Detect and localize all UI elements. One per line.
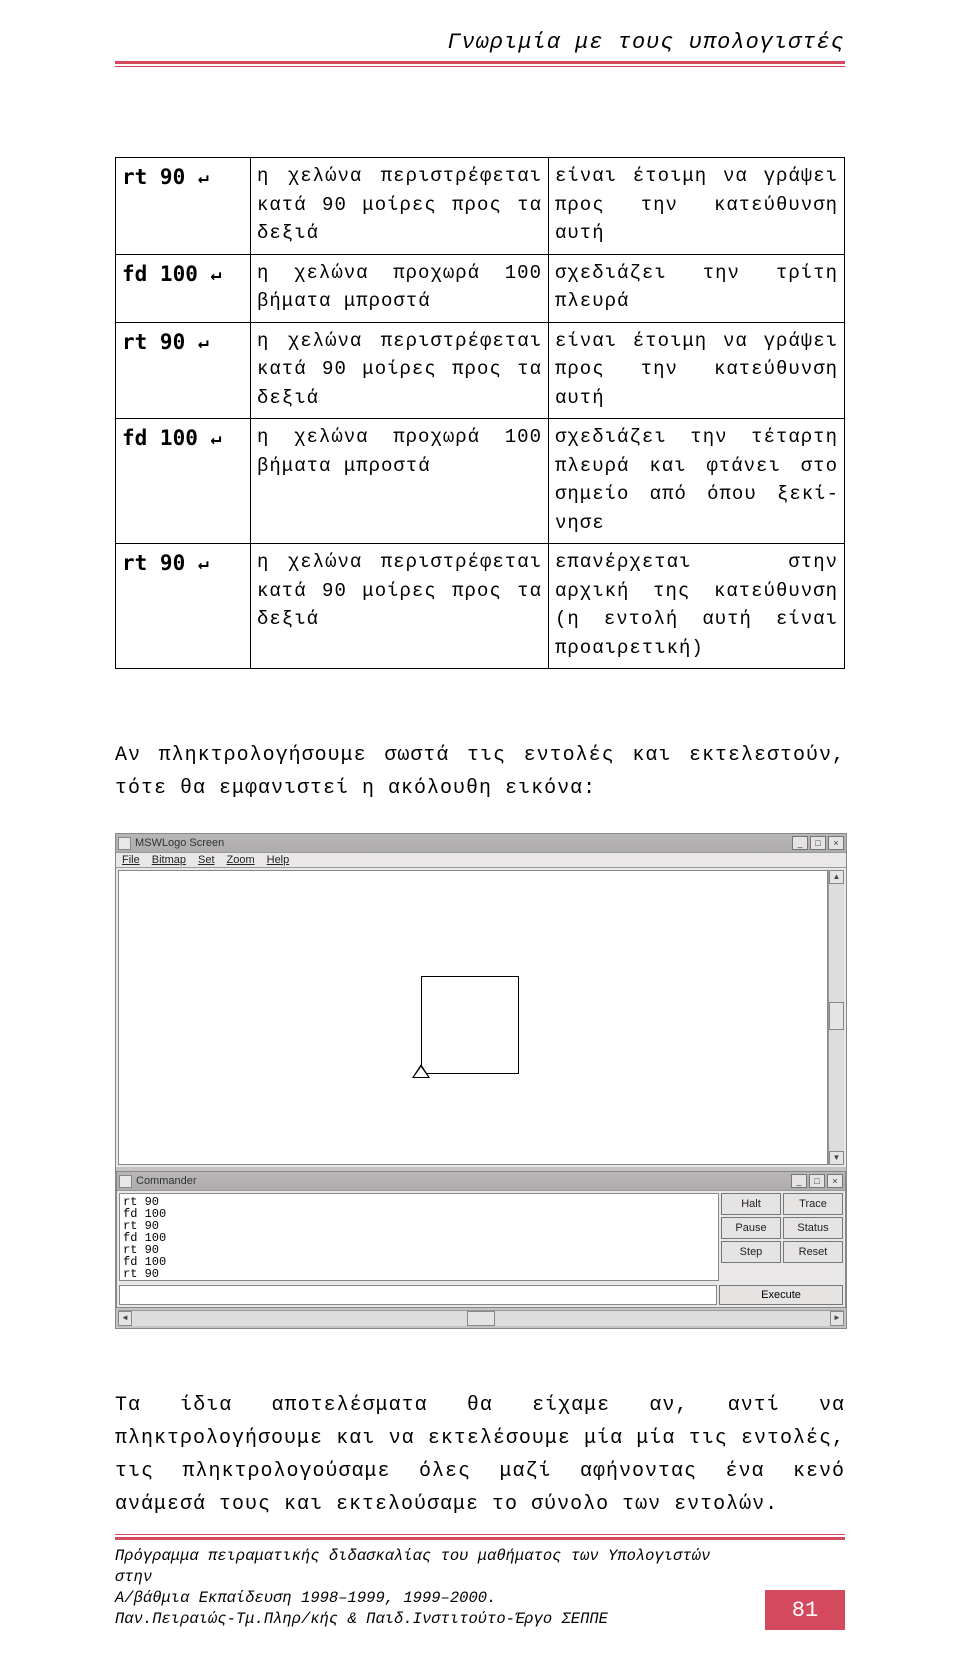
header-title: Γνωριμία με τους υπολογιστές <box>115 30 845 55</box>
expl-cell: επανέρχεται στην αρχική της κα­τεύθυνση … <box>549 544 845 669</box>
menu-set[interactable]: Set <box>198 854 215 866</box>
closing-paragraph: Τα ίδια αποτελέσματα θα είχαμε αν, αντί … <box>115 1389 845 1521</box>
halt-button[interactable]: Halt <box>721 1193 781 1215</box>
horizontal-scrollbar[interactable]: ◄ ► <box>118 1310 844 1326</box>
commander-window: Commander _ □ × rt 90 fd 100 rt 90 fd 10… <box>116 1171 846 1308</box>
commander-min-button[interactable]: _ <box>791 1174 807 1188</box>
table-row: rt 90 ↵ η χελώνα περιστρέφεται κατά 90 μ… <box>116 322 845 419</box>
menu-help[interactable]: Help <box>267 854 290 866</box>
commander-buttons: Halt Trace Pause Status Step Reset <box>721 1193 843 1281</box>
minimize-button[interactable]: _ <box>792 836 808 850</box>
cmd-cell: rt 90 ↵ <box>116 322 251 419</box>
commander-icon <box>119 1175 132 1188</box>
screen-titlebar: MSWLogo Screen _ □ × <box>116 834 846 853</box>
return-icon: ↵ <box>198 550 209 577</box>
mswlogo-screenshot: MSWLogo Screen _ □ × File Bitmap Set Zoo… <box>115 833 847 1329</box>
commands-table: rt 90 ↵ η χελώνα περιστρέφεται κατά 90 μ… <box>115 157 845 669</box>
footer-rule-thin <box>115 1534 845 1535</box>
cmd-cell: rt 90 ↵ <box>116 544 251 669</box>
vertical-scrollbar[interactable]: ▲ ▼ <box>828 870 844 1165</box>
page-header: Γνωριμία με τους υπολογιστές <box>115 0 845 67</box>
cmd-cell: fd 100 ↵ <box>116 254 251 322</box>
menu-bitmap[interactable]: Bitmap <box>152 854 186 866</box>
table-row: rt 90 ↵ η χελώνα περιστρέφεται κατά 90 μ… <box>116 544 845 669</box>
close-button[interactable]: × <box>828 836 844 850</box>
expl-cell: σχεδιάζει την τέταρτη πλευρά και φτάνει … <box>549 419 845 544</box>
execute-button[interactable]: Execute <box>719 1285 843 1305</box>
return-icon: ↵ <box>198 164 209 191</box>
scroll-left-icon[interactable]: ◄ <box>118 1311 132 1326</box>
commander-max-button[interactable]: □ <box>809 1174 825 1188</box>
menu-file[interactable]: File <box>122 854 140 866</box>
scroll-down-icon[interactable]: ▼ <box>829 1151 844 1165</box>
return-icon: ↵ <box>211 261 222 288</box>
page-footer: Πρόγραμμα πειραματικής διδασκαλίας του μ… <box>115 1534 845 1630</box>
drawing-canvas <box>118 870 828 1165</box>
footer-rule <box>115 1537 845 1540</box>
maximize-button[interactable]: □ <box>810 836 826 850</box>
desc-cell: η χελώνα προχωρά 100 βήματα μπροστά <box>251 419 549 544</box>
page-number: 81 <box>765 1590 845 1630</box>
command-history[interactable]: rt 90 fd 100 rt 90 fd 100 rt 90 fd 100 r… <box>119 1193 719 1281</box>
table-row: fd 100 ↵ η χελώνα προχωρά 100 βήματα μπρ… <box>116 419 845 544</box>
scroll-up-icon[interactable]: ▲ <box>829 870 844 884</box>
header-rule-thin <box>115 66 845 67</box>
desc-cell: η χελώνα περιστρέφεται κατά 90 μοίρες πρ… <box>251 322 549 419</box>
window-title: MSWLogo Screen <box>135 837 790 849</box>
trace-button[interactable]: Trace <box>783 1193 843 1215</box>
desc-cell: η χελώνα προχωρά 100 βήματα μπροστά <box>251 254 549 322</box>
cmd-cell: rt 90 ↵ <box>116 158 251 255</box>
commander-titlebar: Commander _ □ × <box>117 1172 845 1191</box>
commander-title: Commander <box>136 1175 789 1187</box>
scroll-right-icon[interactable]: ► <box>830 1311 844 1326</box>
app-icon <box>118 837 131 850</box>
pause-button[interactable]: Pause <box>721 1217 781 1239</box>
reset-button[interactable]: Reset <box>783 1241 843 1263</box>
step-button[interactable]: Step <box>721 1241 781 1263</box>
turtle-icon-fill <box>414 1067 428 1077</box>
command-input[interactable] <box>119 1285 717 1305</box>
expl-cell: είναι έτοιμη να γράψει προς την κατεύθυν… <box>549 322 845 419</box>
drawn-square <box>421 976 519 1074</box>
table-row: fd 100 ↵ η χελώνα προχωρά 100 βήματα μπρ… <box>116 254 845 322</box>
status-button[interactable]: Status <box>783 1217 843 1239</box>
menu-zoom[interactable]: Zoom <box>227 854 255 866</box>
commander-close-button[interactable]: × <box>827 1174 843 1188</box>
cmd-cell: fd 100 ↵ <box>116 419 251 544</box>
header-rule <box>115 61 845 64</box>
return-icon: ↵ <box>211 425 222 452</box>
expl-cell: είναι έτοιμη να γράψει προς την κατεύθυν… <box>549 158 845 255</box>
desc-cell: η χελώνα περιστρέφεται κατά 90 μοίρες πρ… <box>251 158 549 255</box>
menubar: File Bitmap Set Zoom Help <box>116 853 846 868</box>
scroll-thumb[interactable] <box>829 1002 844 1030</box>
return-icon: ↵ <box>198 329 209 356</box>
expl-cell: σχεδιάζει την τρίτη πλευρά <box>549 254 845 322</box>
hscroll-thumb[interactable] <box>467 1311 495 1326</box>
footer-text: Πρόγραμμα πειραματικής διδασκαλίας του μ… <box>115 1546 745 1630</box>
desc-cell: η χελώνα περιστρέφεται κατά 90 μοίρες πρ… <box>251 544 549 669</box>
table-row: rt 90 ↵ η χελώνα περιστρέφεται κατά 90 μ… <box>116 158 845 255</box>
intro-paragraph: Αν πληκτρολογήσουμε σωστά τις εντολές κα… <box>115 739 845 805</box>
